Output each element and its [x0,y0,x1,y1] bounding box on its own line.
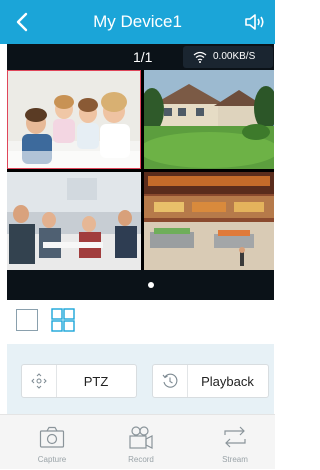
playback-label: Playback [201,374,254,389]
playback-icon-box [153,365,188,397]
ptz-button[interactable]: PTZ [21,364,137,398]
ptz-label: PTZ [83,374,109,389]
camera-view-3[interactable] [7,172,141,270]
camera-grid [7,70,274,270]
family-feed-image [8,71,140,168]
sound-button[interactable] [243,10,267,34]
record-label: Record [128,455,154,464]
bottom-toolbar: Capture Record Stream [0,414,275,469]
office-feed-image [7,172,141,270]
capture-tab[interactable]: Capture [17,415,87,470]
wifi-icon [193,51,207,63]
camera-view-1[interactable] [7,70,141,169]
video-camera-icon [129,426,153,449]
page-title: My Device1 [93,12,182,31]
stream-tab[interactable]: Stream [200,415,270,470]
capture-label: Capture [37,455,67,464]
house-feed-image [144,70,274,169]
swap-arrows-icon [224,426,246,448]
camera-icon [39,426,65,448]
playback-button[interactable]: Playback [152,364,269,398]
control-panel: PTZ Playback [7,344,274,414]
store-feed-image [144,172,274,270]
camera-view-2[interactable] [144,70,274,169]
ptz-arrows-icon [31,373,47,389]
speed-readout: 0.00KB/S [213,51,256,62]
network-speed-badge: 0.00KB/S [183,46,273,68]
history-clock-icon [162,373,178,388]
quad-grid-icon[interactable] [51,308,75,332]
video-status-bar: 1/1 0.00KB/S [7,44,274,70]
single-view-button[interactable] [16,309,38,331]
top-app-bar: My Device1 [0,0,275,44]
camera-view-4[interactable] [144,172,274,270]
record-tab[interactable]: Record [106,415,176,470]
speaker-icon [245,14,264,30]
page-dots [7,270,274,300]
page-dot-active[interactable] [148,282,154,288]
ptz-icon-box [22,365,57,397]
layout-selector [0,300,275,344]
stream-label: Stream [222,455,248,464]
page-indicator: 1/1 [133,49,153,65]
